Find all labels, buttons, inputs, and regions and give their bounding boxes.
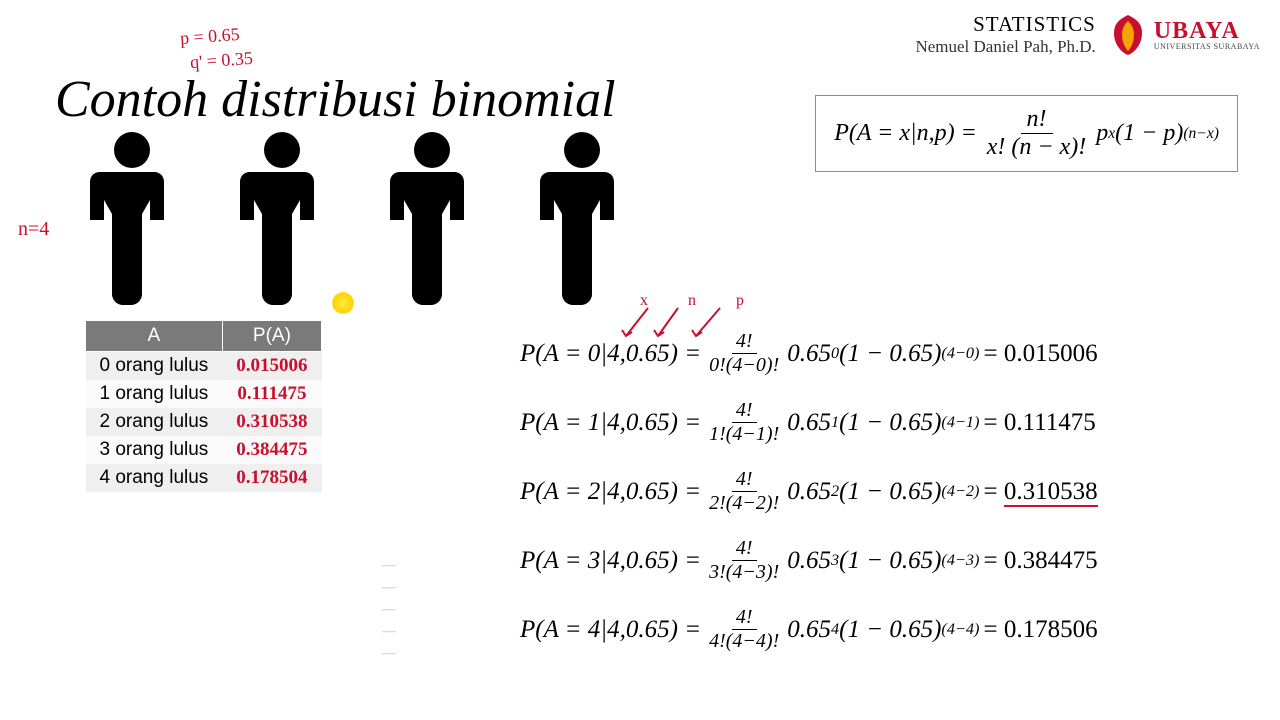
- calc-num: 4!: [732, 399, 757, 423]
- cell-pa: 0.310538: [222, 408, 321, 436]
- calc-lhs: P(A = 0|4,0.65) =: [520, 340, 701, 368]
- calc-num: 4!: [732, 468, 757, 492]
- cell-a: 4 orang lulus: [86, 464, 223, 492]
- logo-name: UBAYA: [1154, 19, 1260, 43]
- person-icon: [535, 130, 630, 305]
- calc-den: 1!(4−1)!: [705, 423, 783, 446]
- calc-result: = 0.178506: [983, 616, 1097, 644]
- calc-row: P(A = 3|4,0.65) = 4!3!(4−3)! 0.653 (1 − …: [520, 537, 1098, 584]
- slide-header: STATISTICS Nemuel Daniel Pah, Ph.D. UBAY…: [915, 12, 1260, 57]
- calc-lhs: P(A = 3|4,0.65) =: [520, 547, 701, 575]
- dash: —: [382, 555, 396, 577]
- calc-q-base: (1 − 0.65): [839, 340, 941, 368]
- calc-q-base: (1 − 0.65): [839, 547, 941, 575]
- cell-pa: 0.384475: [222, 436, 321, 464]
- formula-q-exp: (n−x): [1183, 125, 1219, 143]
- calc-p-exp: 4: [831, 620, 839, 639]
- dash: —: [382, 577, 396, 599]
- calc-result: = 0.384475: [983, 547, 1097, 575]
- formula-fraction: n! x! (n − x)!: [981, 106, 1092, 161]
- calc-row: P(A = 2|4,0.65) = 4!2!(4−2)! 0.652 (1 − …: [520, 468, 1098, 515]
- header-text: STATISTICS Nemuel Daniel Pah, Ph.D.: [915, 12, 1095, 57]
- logo-text: UBAYA UNIVERSITAS SURABAYA: [1154, 19, 1260, 51]
- cell-a: 2 orang lulus: [86, 408, 223, 436]
- calc-p-base: 0.65: [787, 547, 831, 575]
- calc-lhs: P(A = 2|4,0.65) =: [520, 478, 701, 506]
- calc-q-base: (1 − 0.65): [839, 616, 941, 644]
- dash: —: [382, 599, 396, 621]
- calc-q-exp: (4−4): [941, 620, 979, 639]
- calc-q-exp: (4−3): [941, 551, 979, 570]
- dash: —: [382, 621, 396, 643]
- col-a: A: [86, 321, 223, 352]
- formula-p-exp: x: [1108, 125, 1115, 143]
- calc-q-exp: (4−1): [941, 413, 979, 432]
- dash: —: [382, 643, 396, 665]
- calc-den: 3!(4−3)!: [705, 561, 783, 584]
- calc-q-exp: (4−2): [941, 482, 979, 501]
- calculation-block: P(A = 0|4,0.65) = 4!0!(4−0)! 0.650 (1 − …: [520, 330, 1098, 675]
- person-icon: [385, 130, 480, 305]
- annotation-q: q' = 0.35: [189, 48, 253, 73]
- calc-p-exp: 2: [831, 482, 839, 501]
- course-name: STATISTICS: [915, 12, 1095, 37]
- cell-a: 1 orang lulus: [86, 380, 223, 408]
- calc-result: = 0.015006: [983, 340, 1097, 368]
- binomial-formula: P(A = x|n,p) = n! x! (n − x)! px (1 − p)…: [815, 95, 1238, 172]
- calc-q-base: (1 − 0.65): [839, 478, 941, 506]
- calc-num: 4!: [732, 330, 757, 354]
- calc-p-exp: 3: [831, 551, 839, 570]
- formula-num: n!: [1021, 106, 1053, 134]
- calc-p-exp: 1: [831, 413, 839, 432]
- calc-q-exp: (4−0): [941, 344, 979, 363]
- table-header-row: A P(A): [86, 321, 322, 352]
- calc-row: P(A = 1|4,0.65) = 4!1!(4−1)! 0.651 (1 − …: [520, 399, 1098, 446]
- table-row: 3 orang lulus0.384475: [86, 436, 322, 464]
- dash-placeholders: — — — — —: [382, 555, 396, 665]
- calc-p-base: 0.65: [787, 409, 831, 437]
- formula-p: p: [1096, 120, 1108, 147]
- person-icon: [85, 130, 180, 305]
- calc-den: 2!(4−2)!: [705, 492, 783, 515]
- calc-num: 4!: [732, 606, 757, 630]
- person-icon: [235, 130, 330, 305]
- ubaya-logo: UBAYA UNIVERSITAS SURABAYA: [1108, 13, 1260, 57]
- annotation-p: p = 0.65: [179, 24, 240, 49]
- table-row: 2 orang lulus0.310538: [86, 408, 322, 436]
- calc-row: P(A = 4|4,0.65) = 4!4!(4−4)! 0.654 (1 − …: [520, 606, 1098, 653]
- cell-a: 3 orang lulus: [86, 436, 223, 464]
- calc-den: 4!(4−4)!: [705, 630, 783, 653]
- cell-a: 0 orang lulus: [86, 352, 223, 381]
- calc-num: 4!: [732, 537, 757, 561]
- calc-result: = 0.111475: [983, 409, 1095, 437]
- cell-pa: 0.015006: [222, 352, 321, 381]
- formula-q: (1 − p): [1115, 120, 1183, 147]
- calc-q-base: (1 − 0.65): [839, 409, 941, 437]
- calc-row: P(A = 0|4,0.65) = 4!0!(4−0)! 0.650 (1 − …: [520, 330, 1098, 377]
- formula-den: x! (n − x)!: [981, 134, 1092, 161]
- calc-lhs: P(A = 4|4,0.65) =: [520, 616, 701, 644]
- table-row: 4 orang lulus0.178504: [86, 464, 322, 492]
- slide-title: Contoh distribusi binomial: [55, 70, 616, 129]
- calc-p-base: 0.65: [787, 340, 831, 368]
- calc-result: = 0.310538: [983, 478, 1097, 506]
- table-row: 0 orang lulus0.015006: [86, 352, 322, 381]
- table-row: 1 orang lulus0.111475: [86, 380, 322, 408]
- calc-lhs: P(A = 1|4,0.65) =: [520, 409, 701, 437]
- people-row: [85, 130, 630, 305]
- formula-lhs: P(A = x|n,p) =: [834, 120, 977, 147]
- laser-pointer-icon: [332, 292, 354, 314]
- calc-p-exp: 0: [831, 344, 839, 363]
- probability-table: A P(A) 0 orang lulus0.015006 1 orang lul…: [85, 320, 322, 492]
- calc-p-base: 0.65: [787, 616, 831, 644]
- calc-den: 0!(4−0)!: [705, 354, 783, 377]
- logo-emblem-icon: [1108, 13, 1148, 57]
- author-name: Nemuel Daniel Pah, Ph.D.: [915, 37, 1095, 57]
- cell-pa: 0.111475: [222, 380, 321, 408]
- cell-pa: 0.178504: [222, 464, 321, 492]
- calc-p-base: 0.65: [787, 478, 831, 506]
- annotation-n: n=4: [18, 218, 49, 241]
- logo-subtitle: UNIVERSITAS SURABAYA: [1154, 43, 1260, 51]
- col-pa: P(A): [222, 321, 321, 352]
